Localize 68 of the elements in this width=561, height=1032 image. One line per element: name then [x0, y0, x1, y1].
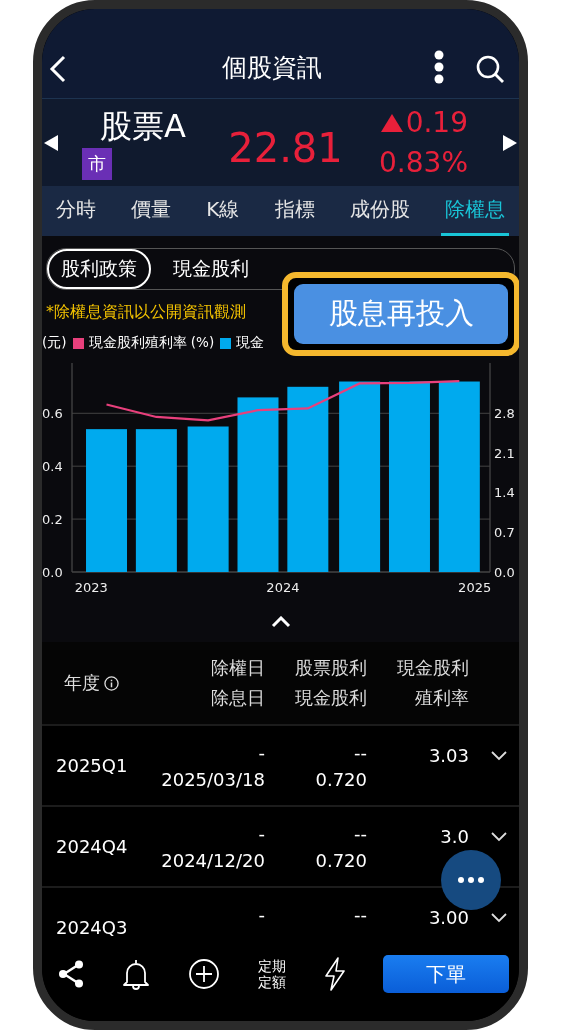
next-arrow-icon[interactable] — [503, 134, 517, 151]
legend-label: 現金股利殖利率 (%) — [88, 334, 215, 352]
table-cell: -- — [354, 903, 367, 925]
table-cell: 3.0 — [440, 826, 469, 847]
collapse-icon[interactable] — [270, 616, 291, 628]
column-header: 殖利率 — [415, 686, 469, 710]
stock-price: 22.81 — [227, 124, 344, 171]
tab[interactable]: 成份股 — [345, 186, 414, 236]
table-cell: - — [258, 903, 265, 925]
sub-tab[interactable]: 現金股利 — [159, 249, 263, 289]
order-button[interactable]: 下單 — [382, 955, 509, 993]
info-icon[interactable] — [104, 675, 119, 691]
tab[interactable]: 價量 — [127, 186, 176, 236]
table-cell: 0.720 — [315, 768, 367, 790]
table-cell: 0.720 — [315, 849, 367, 871]
axis-label: 0.0 — [494, 565, 515, 580]
axis-label: 0.7 — [494, 525, 515, 541]
table-cell: 2025Q1 — [56, 755, 128, 776]
legend-label: 現金 — [236, 334, 265, 352]
expand-icon[interactable] — [491, 831, 507, 842]
axis-label: 1.4 — [494, 485, 515, 501]
more-icon[interactable] — [433, 50, 445, 84]
axis-label: 0.2 — [42, 512, 63, 528]
axis-label: 0.0 — [42, 565, 63, 580]
table-cell: -- — [354, 822, 367, 844]
column-header: 股票股利 — [295, 656, 367, 680]
table-cell: -- — [354, 741, 367, 763]
expand-icon[interactable] — [491, 750, 507, 761]
share-icon[interactable] — [58, 960, 84, 988]
column-header: 年度 — [64, 671, 100, 695]
table-cell: 2025/03/18 — [161, 768, 265, 790]
expand-icon[interactable] — [491, 912, 507, 923]
regular-investment-link[interactable]: 定期定額 — [256, 958, 288, 990]
table-cell: 3.00 — [428, 907, 469, 928]
axis-label: 2.1 — [494, 445, 515, 461]
column-header: 除息日 — [211, 686, 265, 710]
axis-label: 2025 — [458, 580, 492, 595]
add-icon[interactable] — [187, 958, 220, 990]
table-cell: 2024/12/20 — [161, 849, 265, 871]
search-icon[interactable] — [475, 54, 505, 84]
table-cell: 2024Q3 — [56, 917, 128, 938]
percent-change: 0.83% — [379, 144, 468, 181]
table-cell: - — [258, 741, 265, 763]
notice-text: *除權息資訊以公開資訊觀測 — [46, 302, 246, 323]
stock-name: 股票A — [100, 105, 187, 146]
axis-unit: (元) — [42, 334, 67, 352]
lightning-icon[interactable] — [324, 957, 347, 991]
column-header: 現金股利 — [397, 656, 469, 680]
tab[interactable]: K線 — [202, 186, 244, 236]
page-title: 個股資訊 — [220, 52, 323, 84]
axis-label: 2.8 — [494, 406, 515, 421]
prev-arrow-icon[interactable] — [44, 134, 58, 151]
sub-tab[interactable]: 股利政策 — [47, 249, 151, 289]
price-change: 0.19 — [405, 104, 468, 141]
column-header: 除權日 — [211, 656, 265, 680]
axis-label: 0.6 — [42, 406, 63, 422]
market-tag: 市 — [82, 147, 112, 180]
tab[interactable]: 分時 — [52, 186, 100, 236]
table-cell: 2024Q4 — [56, 836, 128, 857]
table-cell: 3.03 — [428, 745, 469, 766]
bell-icon[interactable] — [120, 958, 151, 990]
column-header: 現金股利 — [295, 686, 367, 710]
axis-label: 2024 — [266, 580, 300, 595]
tab[interactable]: 指標 — [270, 186, 319, 236]
more-button[interactable] — [440, 849, 502, 911]
table-cell: - — [258, 822, 265, 844]
axis-label: 0.4 — [42, 459, 63, 475]
axis-label: 2023 — [74, 580, 108, 595]
